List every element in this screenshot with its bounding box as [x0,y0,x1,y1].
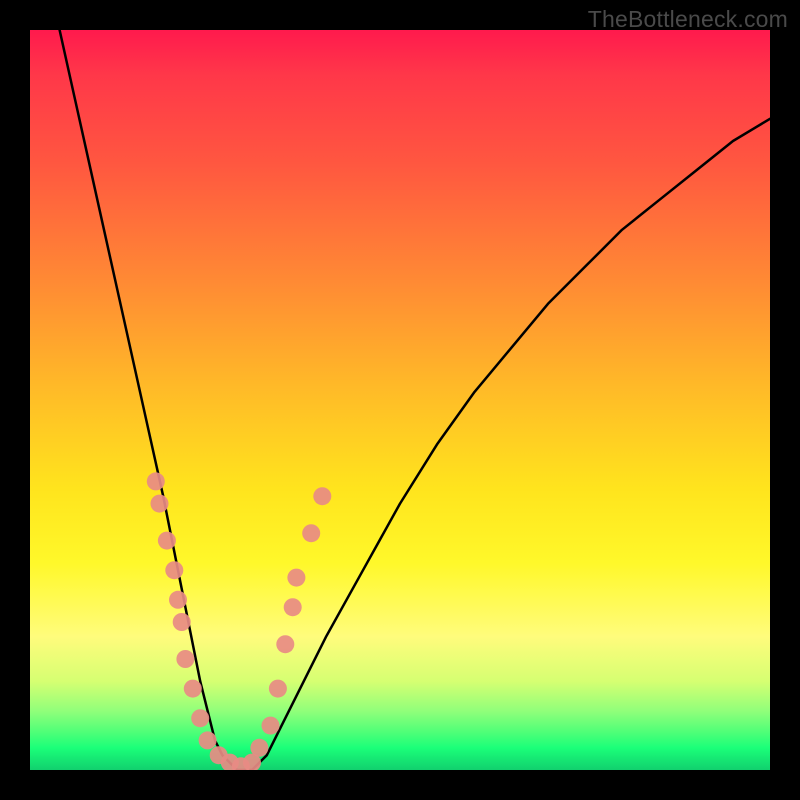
watermark-text: TheBottleneck.com [588,6,788,33]
bottleneck-curve [60,30,770,770]
chart-frame: TheBottleneck.com [0,0,800,800]
sample-points [147,472,331,770]
plot-area [30,30,770,770]
curve-layer [30,30,770,770]
